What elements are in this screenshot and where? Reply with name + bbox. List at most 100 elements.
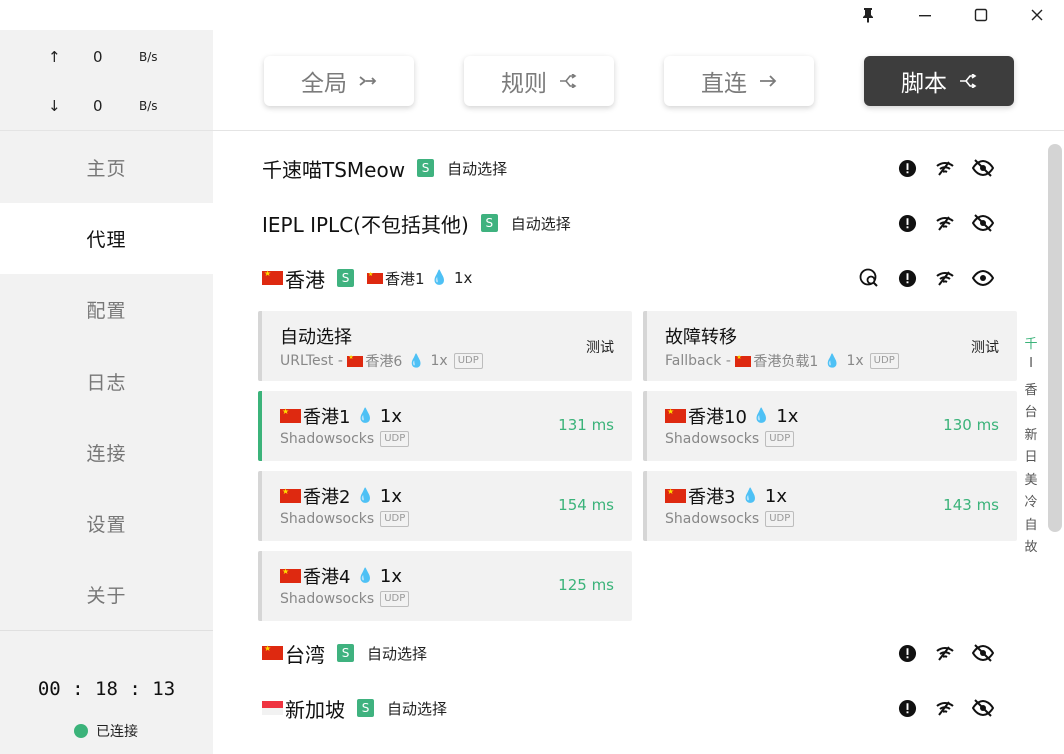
mode-direct-button[interactable]: 直连 (664, 56, 814, 106)
group-row[interactable]: 新加坡 S 自动选择 (262, 693, 1002, 723)
eye-off-icon[interactable] (964, 159, 1002, 177)
group-row[interactable]: IEPL IPLC(不包括其他) S 自动选择 (262, 208, 1002, 238)
index-item[interactable]: 台 (1022, 401, 1040, 420)
alert-icon[interactable] (888, 699, 926, 718)
udp-badge: UDP (765, 511, 795, 527)
latency-value[interactable]: 125 ms (558, 576, 614, 594)
water-drop-icon: 💧 (356, 568, 374, 584)
alert-icon[interactable] (888, 644, 926, 663)
water-drop-icon: 💧 (741, 488, 759, 504)
proxy-card[interactable]: 香港2 💧 1x Shadowsocks UDP 154 ms (258, 471, 632, 541)
index-item[interactable]: 美 (1022, 469, 1040, 488)
latency-test-icon[interactable] (926, 269, 964, 287)
udp-badge: UDP (380, 591, 410, 607)
proxy-type: Shadowsocks (280, 431, 375, 447)
nav-home[interactable]: 主页 (0, 132, 213, 203)
latency-test-icon[interactable] (926, 644, 964, 662)
index-item[interactable]: 香 (1022, 379, 1040, 398)
proxy-card[interactable]: 香港10 💧 1x Shadowsocks UDP 130 ms (643, 391, 1017, 461)
group-row[interactable]: 千速喵TSMeow S 自动选择 (262, 153, 1002, 183)
mode-global-button[interactable]: 全局 (264, 56, 414, 106)
latency-value[interactable]: 130 ms (943, 416, 999, 434)
close-button[interactable] (1009, 0, 1064, 30)
index-item[interactable]: 自 (1022, 514, 1040, 533)
alert-icon[interactable] (888, 269, 926, 288)
nav-proxy[interactable]: 代理 (0, 203, 213, 274)
proxy-card[interactable]: 香港4 💧 1x Shadowsocks UDP 125 ms (258, 551, 632, 621)
index-item[interactable]: 日 (1022, 446, 1040, 465)
group-actions (888, 153, 1002, 183)
latency-test-icon[interactable] (926, 214, 964, 232)
sidebar: ↑ 0 B/s ↓ 0 B/s 主页 代理 配置 日志 连接 设置 关于 00 … (0, 30, 213, 754)
group-name: 千速喵TSMeow (262, 157, 406, 182)
maximize-button[interactable] (953, 0, 1009, 30)
alert-icon[interactable] (888, 159, 926, 178)
index-item[interactable]: 新 (1022, 424, 1040, 443)
nav-settings[interactable]: 设置 (0, 488, 213, 559)
proxy-separator: - (333, 353, 348, 369)
nav-connections[interactable]: 连接 (0, 417, 213, 488)
index-item[interactable]: 故 (1022, 536, 1040, 555)
mode-direct-label: 直连 (701, 71, 747, 97)
group-name: 新加坡 (285, 697, 345, 722)
proxy-card-selected[interactable]: 香港1 💧 1x Shadowsocks UDP 131 ms (258, 391, 632, 461)
eye-off-icon[interactable] (964, 644, 1002, 662)
index-item[interactable]: 冷 (1022, 491, 1040, 510)
proxy-type: Shadowsocks (665, 511, 760, 527)
minimize-button[interactable] (897, 0, 953, 30)
china-flag-icon (347, 354, 364, 367)
group-actions (888, 693, 1002, 723)
china-flag-icon (262, 269, 283, 285)
latency-value[interactable]: 154 ms (558, 496, 614, 514)
latency-test-icon[interactable] (926, 699, 964, 717)
eye-off-icon[interactable] (964, 699, 1002, 717)
pin-icon[interactable] (840, 0, 896, 30)
group-row[interactable]: 台湾 S 自动选择 (262, 638, 1002, 668)
group-name: 台湾 (285, 642, 325, 667)
proxy-card[interactable]: 故障转移 Fallback - 香港负载1 💧 1x UDP 测试 (643, 311, 1017, 381)
china-flag-icon (280, 487, 301, 503)
test-button[interactable]: 测试 (971, 337, 999, 357)
eye-icon[interactable] (964, 269, 1002, 287)
arrow-right-icon (759, 69, 777, 93)
nav-about[interactable]: 关于 (0, 559, 213, 630)
proxy-card[interactable]: 香港3 💧 1x Shadowsocks UDP 143 ms (643, 471, 1017, 541)
latency-test-icon[interactable] (926, 159, 964, 177)
download-arrow-icon: ↓ (48, 97, 61, 115)
test-button[interactable]: 测试 (586, 337, 614, 357)
udp-badge: UDP (869, 353, 899, 369)
china-flag-icon (735, 354, 752, 367)
proxy-type: URLTest (280, 353, 334, 369)
proxy-name: 香港2 (303, 487, 351, 508)
upload-arrow-icon: ↑ (48, 48, 61, 66)
proxy-multiplier: 1x (846, 353, 864, 369)
latency-value[interactable]: 143 ms (943, 496, 999, 514)
proxy-card[interactable]: 自动选择 URLTest - 香港6 💧 1x UDP 测试 (258, 311, 632, 381)
status-dot-icon (74, 724, 88, 738)
group-actions (888, 638, 1002, 668)
alert-icon[interactable] (888, 214, 926, 233)
mode-script-button[interactable]: 脚本 (864, 56, 1014, 106)
scrollbar-thumb[interactable] (1048, 144, 1062, 532)
group-name: 香港 (285, 267, 325, 292)
water-drop-icon: 💧 (824, 353, 841, 369)
proxy-name: 香港4 (303, 567, 351, 588)
nav-profiles[interactable]: 配置 (0, 274, 213, 345)
proxy-name: 故障转移 (665, 327, 737, 348)
water-drop-icon: 💧 (356, 408, 374, 424)
water-drop-icon: 💧 (356, 488, 374, 504)
nav-about-label: 关于 (86, 585, 127, 607)
latency-value[interactable]: 131 ms (558, 416, 614, 434)
eye-off-icon[interactable] (964, 214, 1002, 232)
china-flag-icon (665, 407, 686, 423)
locate-icon[interactable] (850, 268, 888, 288)
water-drop-icon: 💧 (408, 353, 425, 369)
index-item[interactable]: I (1022, 356, 1040, 371)
mode-rule-button[interactable]: 规则 (464, 56, 614, 106)
upload-unit: B/s (139, 50, 158, 64)
group-row-expanded[interactable]: 香港 S 香港1 💧 1x (262, 263, 1002, 293)
proxy-sub: 香港负载1 (753, 354, 819, 370)
index-item[interactable]: 千 (1022, 333, 1040, 352)
header-divider (213, 130, 1064, 131)
nav-logs[interactable]: 日志 (0, 346, 213, 417)
